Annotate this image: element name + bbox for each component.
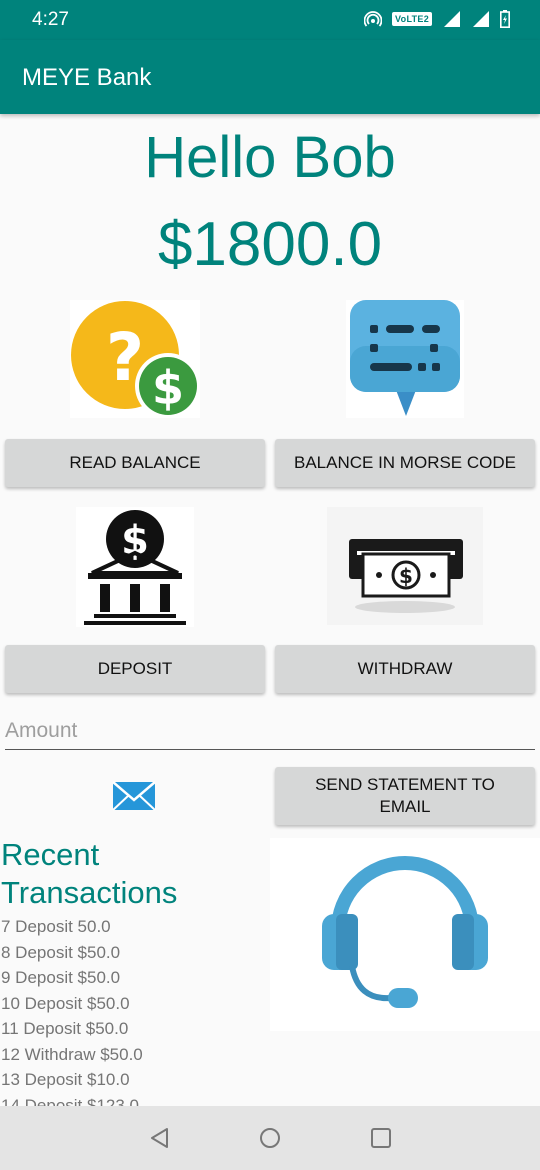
back-icon[interactable] [148,1126,172,1150]
balance-amount: $1800.0 [157,210,383,279]
list-item: 7 Deposit 50.0 [1,917,111,936]
list-item: 13 Deposit $10.0 [1,1070,130,1089]
app-title: MEYE Bank [22,64,152,91]
list-item: 11 Deposit $50.0 [1,1019,129,1038]
app-bar: MEYE Bank [0,40,540,114]
balance-morse-button[interactable]: BALANCE IN MORSE CODE [275,439,535,487]
signal-icon [473,11,489,27]
svg-text:$: $ [152,361,184,415]
recents-icon[interactable] [369,1126,393,1150]
battery-icon [500,10,510,28]
svg-text:$: $ [399,564,413,588]
recent-transactions-title: Recent Transactions [1,837,178,910]
read-balance-button[interactable]: READ BALANCE [5,439,265,487]
headset-icon [322,856,488,1008]
signal-4g-icon [444,11,460,27]
navigation-bar [0,1106,540,1170]
bank-building-icon: $ [84,510,186,625]
atm-cash-icon: $ [349,539,463,613]
morse-image[interactable] [346,300,464,418]
withdraw-button[interactable]: WITHDRAW [275,645,535,693]
volte-badge: VoLTE2 [392,12,432,26]
status-time: 4:27 [32,9,69,30]
send-statement-button[interactable]: SEND STATEMENT TO EMAIL [275,767,535,825]
hotspot-icon [364,11,383,27]
list-item: 10 Deposit $50.0 [1,993,130,1013]
list-item: 9 Deposit $50.0 [1,968,121,987]
email-image[interactable] [110,774,158,818]
greeting-text: Hello Bob [144,125,396,190]
deposit-image[interactable]: $ [76,507,194,627]
status-icons: VoLTE2 [364,10,510,28]
list-item: 14 Deposit $123.0 [1,1095,139,1107]
envelope-icon [112,781,156,811]
status-bar: 4:27 VoLTE2 [0,0,540,40]
home-icon[interactable] [258,1126,282,1150]
withdraw-image[interactable]: $ [327,507,483,625]
chat-bubble-morse-icon [350,300,460,416]
read-balance-image[interactable]: ? $ [70,300,201,419]
transaction-list: 7 Deposit 50.0 8 Deposit $50.0 9 Deposit… [1,914,269,1106]
list-item: 12 Withdraw $50.0 [1,1044,143,1064]
question-dollar-icon: ? $ [71,301,201,419]
amount-input[interactable] [5,712,535,750]
support-image[interactable] [270,838,540,1031]
deposit-button[interactable]: DEPOSIT [5,645,265,693]
list-item: 8 Deposit $50.0 [1,942,121,962]
